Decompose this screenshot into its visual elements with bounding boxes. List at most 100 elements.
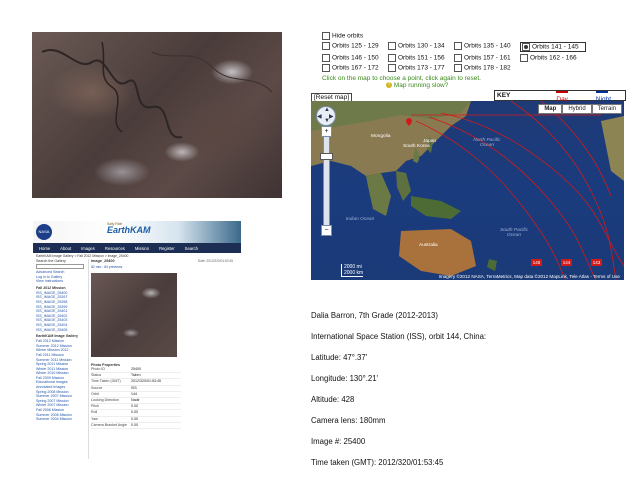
orbit-map[interactable]: ▲ ◀ ▶ ▼ + − Map Hybrid Terrain Mongolia … [311, 101, 624, 280]
orbit-checkbox[interactable] [454, 64, 462, 72]
photo-properties: Photo Properties Photo ID 25400 Status Take… [91, 363, 181, 430]
photo-property-key: Photo ID [91, 367, 105, 371]
orbit-checkbox[interactable] [388, 64, 396, 72]
earthkam-gallery-screenshot: NASA Sally Ride EarthKAM Home About Images… [33, 221, 241, 460]
orbit-tag-144[interactable]: 144 [561, 259, 572, 266]
orbit-option[interactable]: Orbits 141 - 145 [520, 42, 586, 52]
orbit-checkbox[interactable] [388, 42, 396, 50]
orbit-option[interactable]: Orbits 125 - 129 [322, 42, 388, 52]
site-main: image_25400 Date: 2012/320/01:53:45 82 m… [91, 259, 237, 459]
detail-line: Altitude: 428 [311, 395, 355, 404]
sidebar-search-label: Search the Gallery [36, 259, 66, 263]
sidebar-link[interactable]: ISS_IMAGE_25405 [36, 328, 88, 333]
photo-property-key: Roll [91, 410, 98, 415]
photo-property-value: 0.00 [131, 422, 138, 427]
pan-control[interactable]: ▲ ◀ ▶ ▼ [316, 106, 336, 126]
orbit-checkbox[interactable] [454, 54, 462, 62]
map-instructions: Click on the map to choose a point, clic… [322, 75, 481, 82]
site-nav: Home About Images Resources Mission Register S… [33, 243, 241, 253]
photo-property-key: Looking Direction [91, 398, 119, 403]
photo-property-value: ISS [131, 385, 137, 390]
site-nav-item[interactable]: Mission [135, 246, 149, 251]
orbit-checkbox[interactable] [322, 42, 330, 50]
photo-properties-rows: Photo ID 25400 Status Taken Time Taken (GMT)… [91, 367, 181, 430]
site-nav-item[interactable]: About [60, 246, 71, 251]
pan-left-icon[interactable]: ◀ [317, 113, 322, 120]
detail-line: Camera lens: 180mm [311, 416, 386, 425]
sidebar-image-links: ISS_IMAGE_25400 ISS_IMAGE_25397 ISS_IMAGE_… [36, 291, 88, 332]
orbit-tag-145[interactable]: 145 [531, 259, 542, 266]
orbit-label: Orbits 135 - 140 [464, 42, 511, 50]
photo-property-value: 144 [131, 391, 137, 396]
site-nav-item[interactable]: Resources [105, 246, 125, 251]
hide-orbits-label: Hide orbits [332, 32, 364, 40]
orbit-option[interactable]: Orbits 146 - 150 [322, 54, 388, 62]
orbit-label: Orbits 141 - 145 [532, 43, 579, 51]
night-line-icon [595, 90, 608, 93]
zoom-out-button[interactable]: − [321, 225, 332, 236]
site-photo[interactable] [91, 273, 177, 357]
orbit-option[interactable]: Orbits 135 - 140 [454, 42, 520, 52]
site-nav-item[interactable]: Register [159, 246, 175, 251]
satellite-photo [32, 32, 282, 198]
photo-property-key: Status [91, 373, 102, 378]
orbit-option[interactable]: Orbits 173 - 177 [388, 64, 454, 72]
map-label-australia: Australia [419, 243, 438, 248]
orbit-label: Orbits 151 - 156 [398, 54, 445, 62]
site-nav-item[interactable]: Home [39, 246, 50, 251]
orbit-checkbox[interactable] [522, 43, 530, 51]
orbit-label: Orbits 146 - 150 [332, 54, 379, 62]
orbit-option[interactable]: Orbits 151 - 156 [388, 54, 454, 62]
hide-orbits-checkbox[interactable] [322, 32, 330, 40]
map-type-terrain[interactable]: Terrain [591, 104, 622, 114]
orbit-label: Orbits 130 - 134 [398, 42, 445, 50]
orbit-label: Orbits 167 - 172 [332, 64, 379, 72]
orbit-option[interactable]: Orbits 162 - 166 [520, 54, 586, 62]
site-zoom-links[interactable]: 82 mm : 84 previews [91, 265, 237, 269]
orbit-label: Orbits 173 - 177 [398, 64, 445, 72]
sidebar-link[interactable]: View Instructions [36, 279, 88, 284]
sidebar-mission-links: Fall 2012 Mission Summer 2012 Mission Wint… [36, 339, 88, 422]
zoom-slider-thumb[interactable] [320, 153, 333, 160]
map-type-hybrid[interactable]: Hybrid [562, 104, 592, 114]
photo-property-row: Camera Bracket Angle 0.00 [91, 422, 181, 430]
orbit-option[interactable]: Orbits 178 - 182 [454, 64, 520, 72]
zoom-in-button[interactable]: + [321, 126, 332, 137]
map-label-north-pacific: North Pacific Ocean [473, 138, 501, 148]
orbit-option[interactable]: Orbits 157 - 161 [454, 54, 520, 62]
site-sidebar: Search the Gallery Advanced Search Log i… [36, 259, 89, 459]
detail-line: Dalia Barron, 7th Grade (2012-2013) [311, 311, 438, 320]
zoom-slider[interactable] [323, 127, 330, 229]
orbit-grid: Orbits 125 - 129 Orbits 130 - 134 Orbits 1… [322, 42, 622, 72]
photo-property-key: Time Taken (GMT) [91, 379, 121, 384]
map-slow-link[interactable]: ? Map running slow? [386, 82, 622, 89]
site-image-date: Date: 2012/320/01:53:45 [197, 259, 233, 263]
orbit-checkbox[interactable] [454, 42, 462, 50]
photo-property-value: 0.00 [131, 416, 138, 421]
site-nav-item[interactable]: Images [81, 246, 95, 251]
sidebar-search-input[interactable] [36, 264, 84, 269]
orbit-tag-143[interactable]: 143 [591, 259, 602, 266]
site-nav-item[interactable]: Search [185, 246, 198, 251]
hide-orbits-row[interactable]: Hide orbits [322, 32, 622, 40]
sidebar-link[interactable]: Summer 2004 Mission [36, 417, 88, 422]
map-type-map[interactable]: Map [538, 104, 563, 114]
orbit-checkbox[interactable] [322, 54, 330, 62]
map-key: KEY Day Night [494, 90, 626, 103]
orbit-label: Orbits 178 - 182 [464, 64, 511, 72]
orbit-option[interactable]: Orbits 130 - 134 [388, 42, 454, 52]
orbit-checkbox[interactable] [388, 54, 396, 62]
orbit-checkbox[interactable] [520, 54, 528, 62]
day-line-icon [556, 90, 569, 93]
help-icon: ? [386, 82, 392, 89]
pan-down-icon[interactable]: ▼ [324, 118, 330, 124]
map-label-south-korea: South Korea [403, 144, 430, 149]
map-slow-text: Map running slow? [393, 82, 449, 89]
orbit-checkbox[interactable] [322, 64, 330, 72]
photo-property-value: 0.00 [131, 404, 138, 409]
photo-property-key: Source [91, 385, 103, 390]
map-pin-icon[interactable] [406, 118, 412, 126]
orbit-label: Orbits 125 - 129 [332, 42, 379, 50]
orbit-option[interactable]: Orbits 167 - 172 [322, 64, 388, 72]
map-label-south-pacific: South Pacific Ocean [500, 228, 528, 238]
